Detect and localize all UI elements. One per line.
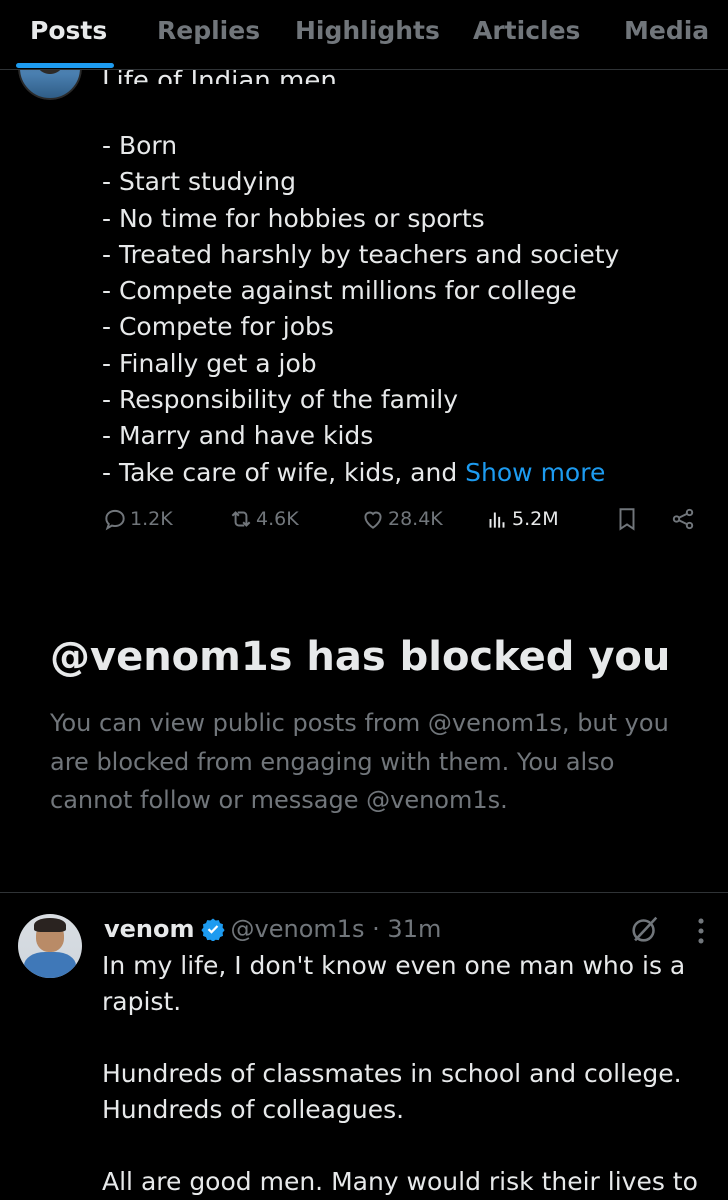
post-line: - Start studying	[102, 167, 296, 197]
post-line: In my life, I don't know even one man wh…	[102, 951, 686, 980]
active-tab-indicator	[16, 63, 114, 68]
like-count: 28.4K	[388, 508, 443, 530]
tab-articles[interactable]: Articles	[473, 16, 580, 45]
tab-replies[interactable]: Replies	[157, 16, 260, 45]
views-button[interactable]: 5.2M	[484, 506, 559, 532]
views-count: 5.2M	[512, 508, 559, 530]
post-line: - Marry and have kids	[102, 421, 374, 451]
post-line: All are good men. Many would risk their …	[102, 1167, 698, 1196]
repost-count: 4.6K	[256, 508, 299, 530]
blocked-title: @venom1s has blocked you	[50, 634, 671, 680]
repost-icon	[231, 511, 251, 527]
bookmark-icon	[619, 508, 635, 531]
tab-posts[interactable]: Posts	[30, 16, 107, 45]
post-line-text: - Take care of wife, kids, and	[102, 457, 466, 487]
tab-media[interactable]: Media	[624, 16, 709, 45]
post-1-body: - Born - Start studying - No time for ho…	[102, 128, 702, 491]
divider	[0, 892, 728, 893]
post-line: - Compete for jobs	[102, 312, 334, 342]
blocked-message: You can view public posts from @venom1s,…	[50, 709, 669, 814]
post-line: - Treated harshly by teachers and societ…	[102, 239, 620, 269]
post-line: - Compete against millions for college	[102, 276, 577, 306]
post-line: - Responsibility of the family	[102, 385, 459, 415]
post-2-header: venom @venom1s · 31m	[104, 912, 441, 946]
avatar[interactable]	[18, 914, 82, 978]
reply-button[interactable]: 1.2K	[102, 506, 173, 532]
post-line-last: - Take care of wife, kids, and Show more	[102, 455, 702, 491]
reply-icon	[105, 509, 125, 531]
author-handle-time[interactable]: @venom1s · 31m	[231, 915, 442, 943]
bookmark-button[interactable]	[614, 506, 640, 532]
post-line: Hundreds of colleagues.	[102, 1095, 405, 1124]
views-icon	[489, 512, 505, 528]
post-line: - Finally get a job	[102, 348, 317, 378]
verified-badge-icon	[200, 918, 225, 941]
more-icon[interactable]	[690, 914, 712, 948]
like-button[interactable]: 28.4K	[360, 506, 443, 532]
like-icon	[364, 511, 382, 529]
share-icon	[672, 508, 694, 530]
author-name[interactable]: venom	[104, 915, 195, 943]
tab-highlights[interactable]: Highlights	[295, 16, 440, 45]
post-1-actions: 1.2K 4.6K 28.4K 5.2M	[102, 506, 702, 540]
post-line: Hundreds of classmates in school and col…	[102, 1059, 682, 1088]
post-1[interactable]: Life of Indian men - Born - Start studyi…	[0, 0, 728, 560]
reply-count: 1.2K	[130, 508, 173, 530]
grok-icon[interactable]	[628, 912, 662, 946]
post-line: - Born	[102, 131, 178, 160]
repost-button[interactable]: 4.6K	[228, 506, 299, 532]
profile-tabs: Posts Replies Highlights Articles Media	[0, 0, 728, 70]
post-line: - No time for hobbies or sports	[102, 203, 485, 233]
post-2-body: In my life, I don't know even one man wh…	[102, 948, 712, 1200]
post-line: rapist.	[102, 987, 182, 1016]
share-button[interactable]	[670, 506, 696, 532]
show-more-link[interactable]: Show more	[465, 458, 605, 487]
